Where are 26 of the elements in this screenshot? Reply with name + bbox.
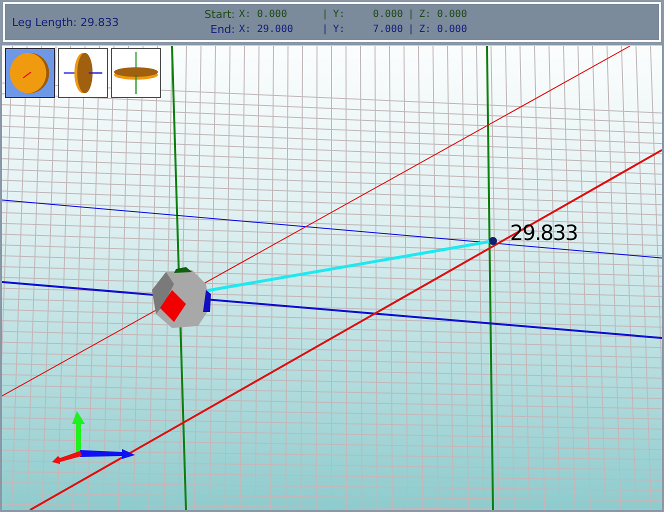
axis-label: Y: <box>333 24 346 35</box>
endpoint-marker <box>489 237 497 245</box>
axis-label: X: <box>239 24 252 35</box>
coordinate-value: 0.000 <box>257 9 288 20</box>
view-button[interactable] <box>58 48 108 98</box>
coordinate-value: 7.000 <box>372 24 403 35</box>
separator: | <box>406 24 416 35</box>
row-label: End: <box>209 23 236 36</box>
separator: | <box>320 24 330 35</box>
axis-label: Z: <box>419 9 432 20</box>
row-label: Start: <box>203 8 236 21</box>
leg-length-label: Leg Length: 29.833 <box>11 16 120 28</box>
view-button[interactable] <box>111 48 161 98</box>
coordinate-value: 0.000 <box>437 24 468 35</box>
coordinate-value: 29.000 <box>257 24 294 35</box>
axis-label: Y: <box>333 9 346 20</box>
axis-label: Z: <box>419 24 432 35</box>
disc-icon <box>113 50 159 96</box>
axis-label: X: <box>239 9 252 20</box>
coordinate-value: 0.000 <box>437 9 468 20</box>
separator: | <box>406 9 416 20</box>
coordinate-value: 0.000 <box>372 9 403 20</box>
separator: | <box>320 9 330 20</box>
polyhedron-drawing <box>152 267 211 328</box>
measurement-label: 29.833 <box>510 221 578 245</box>
view-button[interactable] <box>5 48 55 98</box>
